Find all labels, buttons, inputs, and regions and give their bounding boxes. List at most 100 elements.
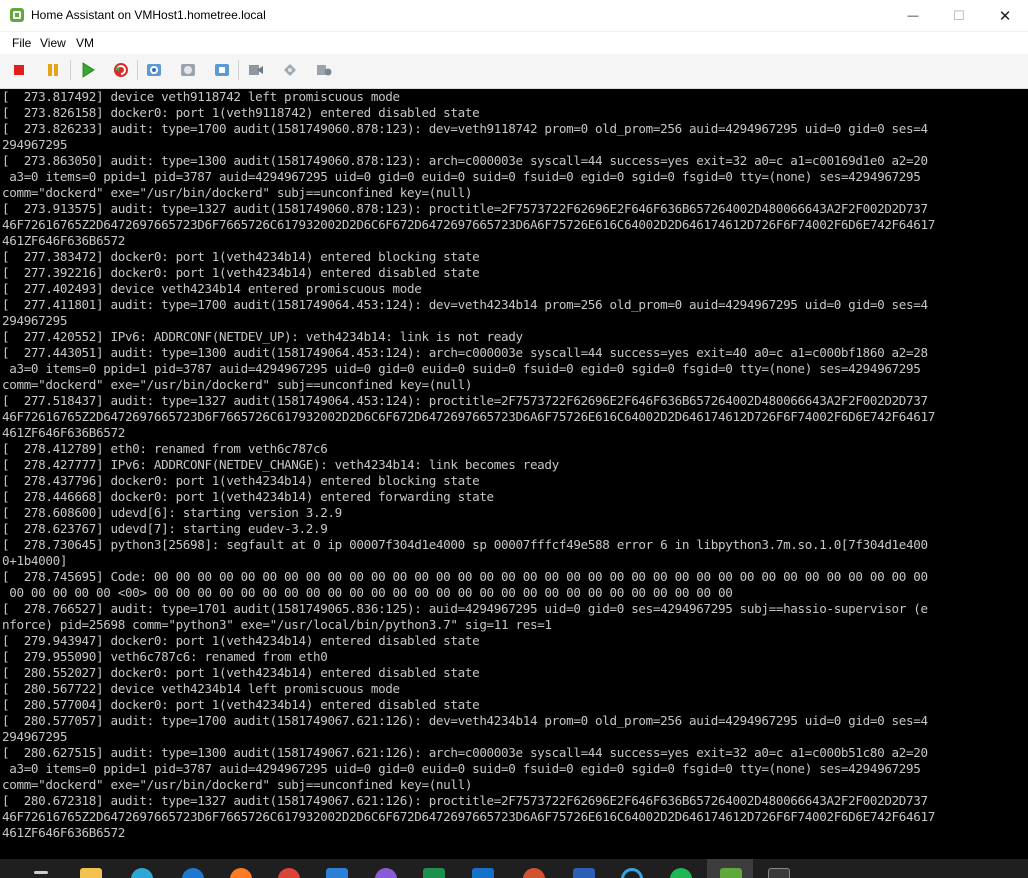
console-line: a3=0 items=0 ppid=1 pid=3787 auid=429496… (2, 761, 921, 776)
menu-file[interactable]: File (12, 36, 31, 50)
console-line: [ 278.745695] Code: 00 00 00 00 00 00 00… (2, 569, 928, 584)
console-line: 46F72616765Z2D6472697665723D6F7665726C61… (2, 809, 935, 824)
menu-vm[interactable]: VM (76, 36, 94, 50)
visual-studio-icon[interactable] (375, 868, 397, 878)
maximize-button[interactable]: ☐ (936, 0, 982, 31)
console-line: [ 277.402493] device veth4234b14 entered… (2, 281, 422, 296)
minimize-icon: — (907, 9, 919, 22)
window-title: Home Assistant on VMHost1.hometree.local (31, 8, 266, 22)
edge-dev-icon[interactable] (182, 868, 204, 878)
checkpoint-button[interactable] (143, 59, 165, 81)
minimize-button[interactable]: — (890, 0, 936, 31)
console-line: nforce) pid=25698 comm="python3" exe="/u… (2, 617, 552, 632)
revert-button[interactable] (177, 59, 199, 81)
console-line: [ 273.913575] audit: type=1327 audit(158… (2, 201, 928, 216)
console-line: [ 278.608600] udevd[6]: starting version… (2, 505, 342, 520)
console-line: [ 273.817492] device veth9118742 left pr… (2, 89, 400, 104)
stop-icon (14, 65, 24, 75)
vm-console[interactable]: [ 273.817492] device veth9118742 left pr… (0, 89, 1028, 859)
powerpoint-icon[interactable] (523, 868, 545, 878)
pause-icon (48, 64, 58, 76)
console-line: [ 278.446668] docker0: port 1(veth4234b1… (2, 489, 494, 504)
console-line: [ 278.766527] audit: type=1701 audit(158… (2, 601, 928, 616)
stop-button[interactable] (8, 59, 30, 81)
settings-button[interactable] (313, 59, 335, 81)
console-line: 294967295 (2, 729, 68, 744)
spotify-icon[interactable] (670, 868, 692, 878)
console-line: comm="dockerd" exe="/usr/bin/dockerd" su… (2, 185, 473, 200)
console-line: 46F72616765Z2D6472697665723D6F7665726C61… (2, 409, 935, 424)
share-icon (284, 64, 296, 76)
reset-icon (114, 63, 128, 77)
task-view-icon[interactable] (34, 871, 48, 874)
console-line: [ 280.577057] audit: type=1700 audit(158… (2, 713, 928, 728)
revert-icon (181, 64, 195, 76)
manage-checkpoints-button[interactable] (211, 59, 233, 81)
reset-button[interactable] (110, 59, 132, 81)
console-line: [ 278.623767] udevd[7]: starting eudev-3… (2, 521, 328, 536)
console-line: 294967295 (2, 313, 68, 328)
cortana-icon[interactable] (621, 868, 643, 878)
hyper-v-connection-icon (10, 8, 24, 22)
console-line: [ 279.943947] docker0: port 1(veth4234b1… (2, 633, 480, 648)
close-button[interactable]: ✕ (982, 0, 1028, 31)
console-line: [ 277.383472] docker0: port 1(veth4234b1… (2, 249, 480, 264)
console-line: [ 280.567722] device veth4234b14 left pr… (2, 681, 400, 696)
enhanced-session-button[interactable] (245, 59, 267, 81)
toolbar-separator (238, 60, 239, 80)
title-bar: Home Assistant on VMHost1.hometree.local… (0, 0, 1028, 32)
console-line: [ 280.552027] docker0: port 1(veth4234b1… (2, 665, 480, 680)
excel-icon[interactable] (423, 868, 445, 878)
console-line: 294967295 (2, 137, 68, 152)
console-output: [ 273.817492] device veth9118742 left pr… (0, 89, 1028, 841)
vscode-icon[interactable] (326, 868, 348, 878)
menu-bar: File View VM (0, 32, 1028, 54)
console-line: [ 277.420552] IPv6: ADDRCONF(NETDEV_UP):… (2, 329, 523, 344)
pause-button[interactable] (42, 59, 64, 81)
console-line: a3=0 items=0 ppid=1 pid=3787 auid=429496… (2, 361, 921, 376)
console-line: [ 280.672318] audit: type=1327 audit(158… (2, 793, 928, 808)
console-line: [ 277.392216] docker0: port 1(veth4234b1… (2, 265, 480, 280)
console-line: 46F72616765Z2D6472697665723D6F7665726C61… (2, 217, 935, 232)
word-icon[interactable] (573, 868, 595, 878)
console-line: 0+1b4000] (2, 553, 68, 568)
toolbar-separator (70, 60, 71, 80)
console-line: [ 278.412789] eth0: renamed from veth6c7… (2, 441, 328, 456)
taskbar (0, 859, 1028, 878)
console-line: [ 273.826233] audit: type=1700 audit(158… (2, 121, 928, 136)
share-button[interactable] (279, 59, 301, 81)
chrome-icon[interactable] (278, 868, 300, 878)
console-line: comm="dockerd" exe="/usr/bin/dockerd" su… (2, 777, 473, 792)
manage-snapshots-icon (215, 64, 229, 76)
snapshot-icon (147, 64, 161, 76)
console-line: [ 277.443051] audit: type=1300 audit(158… (2, 345, 928, 360)
file-explorer-icon[interactable] (80, 868, 102, 878)
start-button[interactable] (77, 59, 99, 81)
console-line: [ 278.437796] docker0: port 1(veth4234b1… (2, 473, 480, 488)
console-line: [ 280.627515] audit: type=1300 audit(158… (2, 745, 928, 760)
console-line: [ 273.826158] docker0: port 1(veth911874… (2, 105, 480, 120)
console-line: 461ZF646F636B6572 (2, 825, 125, 840)
enhanced-session-icon (249, 65, 263, 75)
play-icon (82, 62, 95, 78)
console-line: [ 280.577004] docker0: port 1(veth4234b1… (2, 697, 480, 712)
console-line: [ 278.730645] python3[25698]: segfault a… (2, 537, 928, 552)
console-line: comm="dockerd" exe="/usr/bin/dockerd" su… (2, 377, 473, 392)
firefox-icon[interactable] (230, 868, 252, 878)
console-line: [ 273.863050] audit: type=1300 audit(158… (2, 153, 928, 168)
console-line: [ 277.518437] audit: type=1327 audit(158… (2, 393, 928, 408)
console-line: 461ZF646F636B6572 (2, 425, 125, 440)
console-line: a3=0 items=0 ppid=1 pid=3787 auid=429496… (2, 169, 921, 184)
toolbar-separator (137, 60, 138, 80)
hyper-v-icon[interactable] (720, 868, 742, 878)
settings-icon (317, 65, 332, 76)
close-icon: ✕ (998, 7, 1012, 25)
terminal-icon[interactable] (768, 868, 790, 878)
outlook-icon[interactable] (472, 868, 494, 878)
edge-icon[interactable] (131, 868, 153, 878)
menu-view[interactable]: View (40, 36, 66, 50)
toolbar (0, 54, 1028, 89)
console-line: [ 278.427777] IPv6: ADDRCONF(NETDEV_CHAN… (2, 457, 559, 472)
console-line: 00 00 00 00 00 <00> 00 00 00 00 00 00 00… (2, 585, 733, 600)
console-line: [ 277.411801] audit: type=1700 audit(158… (2, 297, 928, 312)
